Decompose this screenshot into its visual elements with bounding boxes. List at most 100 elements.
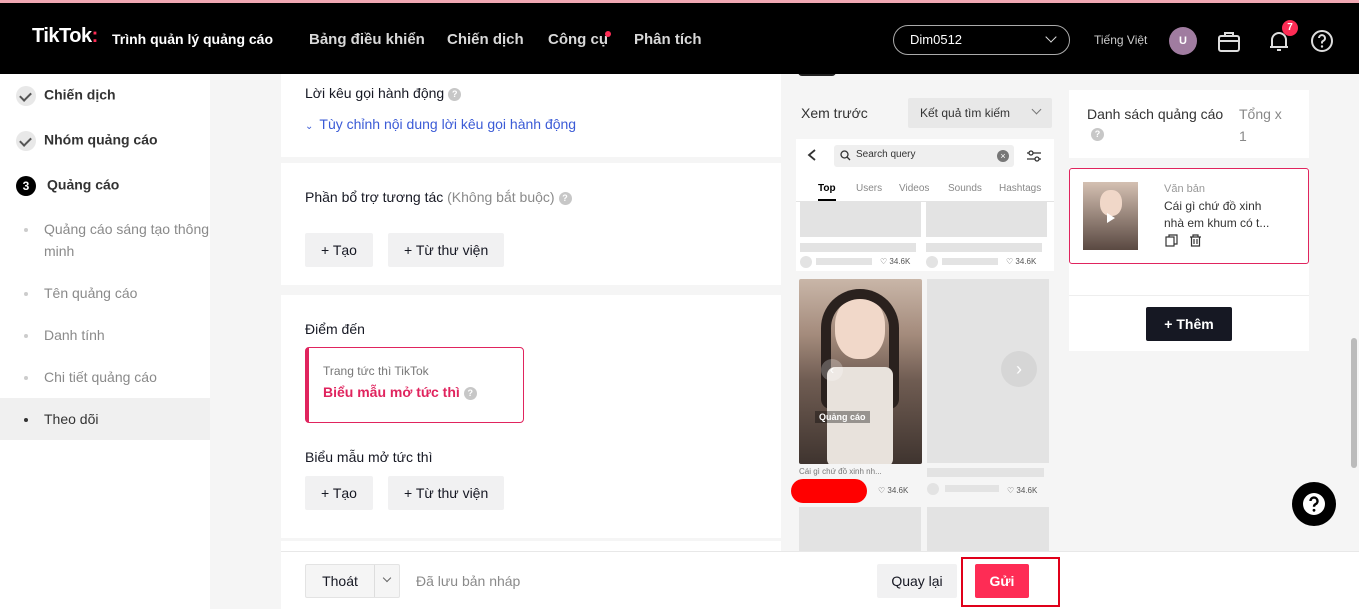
destination-name: Biểu mẫu mở tức thì? xyxy=(323,384,477,400)
nav-tools[interactable]: Công cụ xyxy=(548,31,608,48)
filter-icon[interactable] xyxy=(1026,149,1042,163)
customize-cta-link[interactable]: ⌄ Tùy chỉnh nội dung lời kêu gọi hành độn… xyxy=(305,116,576,132)
substep-tracking[interactable]: Theo dõi xyxy=(24,408,210,430)
destination-type: Trang tức thì TikTok xyxy=(323,364,429,378)
preview-toggle[interactable] xyxy=(798,74,836,76)
step-number: 3 xyxy=(16,176,36,196)
cta-label: Lời kêu gọi hành động? xyxy=(305,85,462,101)
heart-icon: ♡ xyxy=(878,486,888,495)
ad-list-body: Văn bản Cái gì chứ đồ xinh nhà em khum c… xyxy=(1069,168,1309,351)
chevron-down-icon: ⌄ xyxy=(305,121,314,132)
heart-icon: ♡ xyxy=(1006,257,1016,266)
ad-list-header: Danh sách quảng cáo ? Tổng x 1 xyxy=(1069,90,1309,158)
instant-form-label: Biểu mẫu mở tức thì xyxy=(305,449,433,465)
account-name: Dim0512 xyxy=(910,32,963,47)
next-section-edge xyxy=(281,541,781,551)
placeholder-video xyxy=(799,507,921,551)
heart-icon: ♡ xyxy=(880,257,890,266)
placeholder-line xyxy=(800,243,916,252)
divider xyxy=(1069,295,1309,296)
cta-section: Lời kêu gọi hành động? ⌄ Tùy chỉnh nội du… xyxy=(281,74,781,157)
ad-video-thumbnail[interactable]: Quảng cáo xyxy=(799,279,922,464)
substep-identity[interactable]: Danh tính xyxy=(24,324,210,346)
form-library-button[interactable]: + Từ thư viện xyxy=(388,476,505,510)
like-count: ♡ 34.6K xyxy=(878,486,909,495)
help-button[interactable] xyxy=(1292,482,1336,526)
ad-item-type: Văn bản xyxy=(1164,183,1205,195)
ad-list-item[interactable]: Văn bản Cái gì chứ đồ xinh nhà em khum c… xyxy=(1069,168,1309,264)
nav-analytics[interactable]: Phân tích xyxy=(634,31,702,48)
help-circle-icon[interactable] xyxy=(1309,28,1335,54)
question-icon[interactable]: ? xyxy=(448,87,462,101)
step-ad-group[interactable]: Nhóm quảng cáo xyxy=(16,131,158,151)
chevron-left-icon[interactable]: ‹ xyxy=(821,359,843,381)
phone-tab-top[interactable]: Top xyxy=(818,183,836,201)
page-scrollbar[interactable] xyxy=(1351,338,1357,468)
exit-options-button[interactable] xyxy=(375,565,400,597)
destination-label: Điểm đến xyxy=(305,321,365,337)
clear-icon[interactable]: × xyxy=(997,150,1009,162)
briefcase-icon[interactable] xyxy=(1216,28,1242,54)
chevron-down-icon xyxy=(1031,104,1042,115)
placeholder-line xyxy=(926,243,1042,252)
question-icon[interactable]: ? xyxy=(558,191,572,205)
placeholder-line xyxy=(927,468,1044,477)
nav-campaign[interactable]: Chiến dịch xyxy=(447,31,524,48)
chevron-right-icon[interactable]: › xyxy=(1001,351,1037,387)
nav-dashboard[interactable]: Bảng điều khiển xyxy=(309,31,425,48)
phone-tab-videos[interactable]: Videos xyxy=(899,183,929,194)
notification-badge: 7 xyxy=(1282,20,1298,36)
back-arrow-icon[interactable] xyxy=(806,148,818,162)
placement-select[interactable]: Kết quả tìm kiếm xyxy=(908,98,1052,128)
like-count: ♡ 34.6K xyxy=(1007,486,1038,495)
question-icon[interactable]: ? xyxy=(1091,128,1104,141)
back-button[interactable]: Quay lại xyxy=(877,564,957,598)
ad-preview: Xem trước Kết quả tìm kiếm Search query … xyxy=(781,74,1069,551)
check-icon xyxy=(16,86,36,106)
copy-icon[interactable] xyxy=(1165,234,1178,247)
phone-tab-hashtags[interactable]: Hashtags xyxy=(999,183,1041,194)
submit-button[interactable]: Gửi xyxy=(975,564,1029,598)
ad-item-text-line1: Cái gì chứ đồ xinh xyxy=(1164,199,1262,213)
like-count: ♡ 34.6K xyxy=(1006,257,1037,266)
question-icon[interactable]: ? xyxy=(463,386,477,400)
plus-icon: + xyxy=(321,485,333,501)
placeholder-avatar xyxy=(926,256,938,268)
language-selector[interactable]: Tiếng Việt xyxy=(1094,33,1147,47)
substep-ad-details[interactable]: Chi tiết quảng cáo xyxy=(24,366,210,388)
interactive-addon-section: Phần bổ trợ tương tác (Không bắt buộc)? … xyxy=(281,163,781,285)
substep-ad-name[interactable]: Tên quảng cáo xyxy=(24,282,210,304)
step-campaign[interactable]: Chiến dịch xyxy=(16,86,116,106)
exit-button[interactable]: Thoát xyxy=(306,565,374,597)
plus-icon: + xyxy=(404,485,416,501)
trash-icon[interactable] xyxy=(1189,234,1202,247)
exit-button-group: Thoát xyxy=(305,564,400,598)
placeholder-line xyxy=(816,258,872,265)
like-count: ♡ 34.6K xyxy=(880,257,911,266)
phone-tab-users[interactable]: Users xyxy=(856,183,882,194)
phone-tab-sounds[interactable]: Sounds xyxy=(948,183,982,194)
ad-total-count: 1 xyxy=(1239,128,1247,144)
destination-card[interactable]: Trang tức thì TikTok Biểu mẫu mở tức thì… xyxy=(305,347,524,423)
check-icon xyxy=(16,131,36,151)
account-selector[interactable]: Dim0512 xyxy=(893,25,1070,55)
add-ad-button[interactable]: + Thêm xyxy=(1146,307,1232,341)
substep-smart-creative[interactable]: Quảng cáo sáng tạo thông minh xyxy=(24,218,210,262)
destination-section: Điểm đến Trang tức thì TikTok Biểu mẫu m… xyxy=(281,295,781,538)
create-form-button[interactable]: + Tạo xyxy=(305,476,373,510)
avatar[interactable]: U xyxy=(1169,27,1197,55)
addon-library-button[interactable]: + Từ thư viện xyxy=(388,233,505,267)
create-addon-button[interactable]: + Tạo xyxy=(305,233,373,267)
steps-sidebar: Chiến dịch Nhóm quảng cáo 3 Quảng cáo Quả… xyxy=(0,74,210,609)
search-icon xyxy=(840,150,851,161)
placeholder-line xyxy=(945,485,999,492)
chevron-down-icon xyxy=(1045,31,1057,43)
step-ad[interactable]: 3 Quảng cáo xyxy=(16,176,119,196)
phone-search-input[interactable]: Search query × xyxy=(834,145,1014,167)
app-subtitle: Trình quản lý quảng cáo xyxy=(112,31,274,47)
tools-new-dot xyxy=(605,31,611,37)
tiktok-logo[interactable]: TikTok: xyxy=(32,25,104,48)
phone-search-header: Search query × Top Users Videos Sounds H… xyxy=(796,139,1054,271)
plus-icon: + xyxy=(321,242,333,258)
placeholder-thumbnail xyxy=(800,202,921,237)
